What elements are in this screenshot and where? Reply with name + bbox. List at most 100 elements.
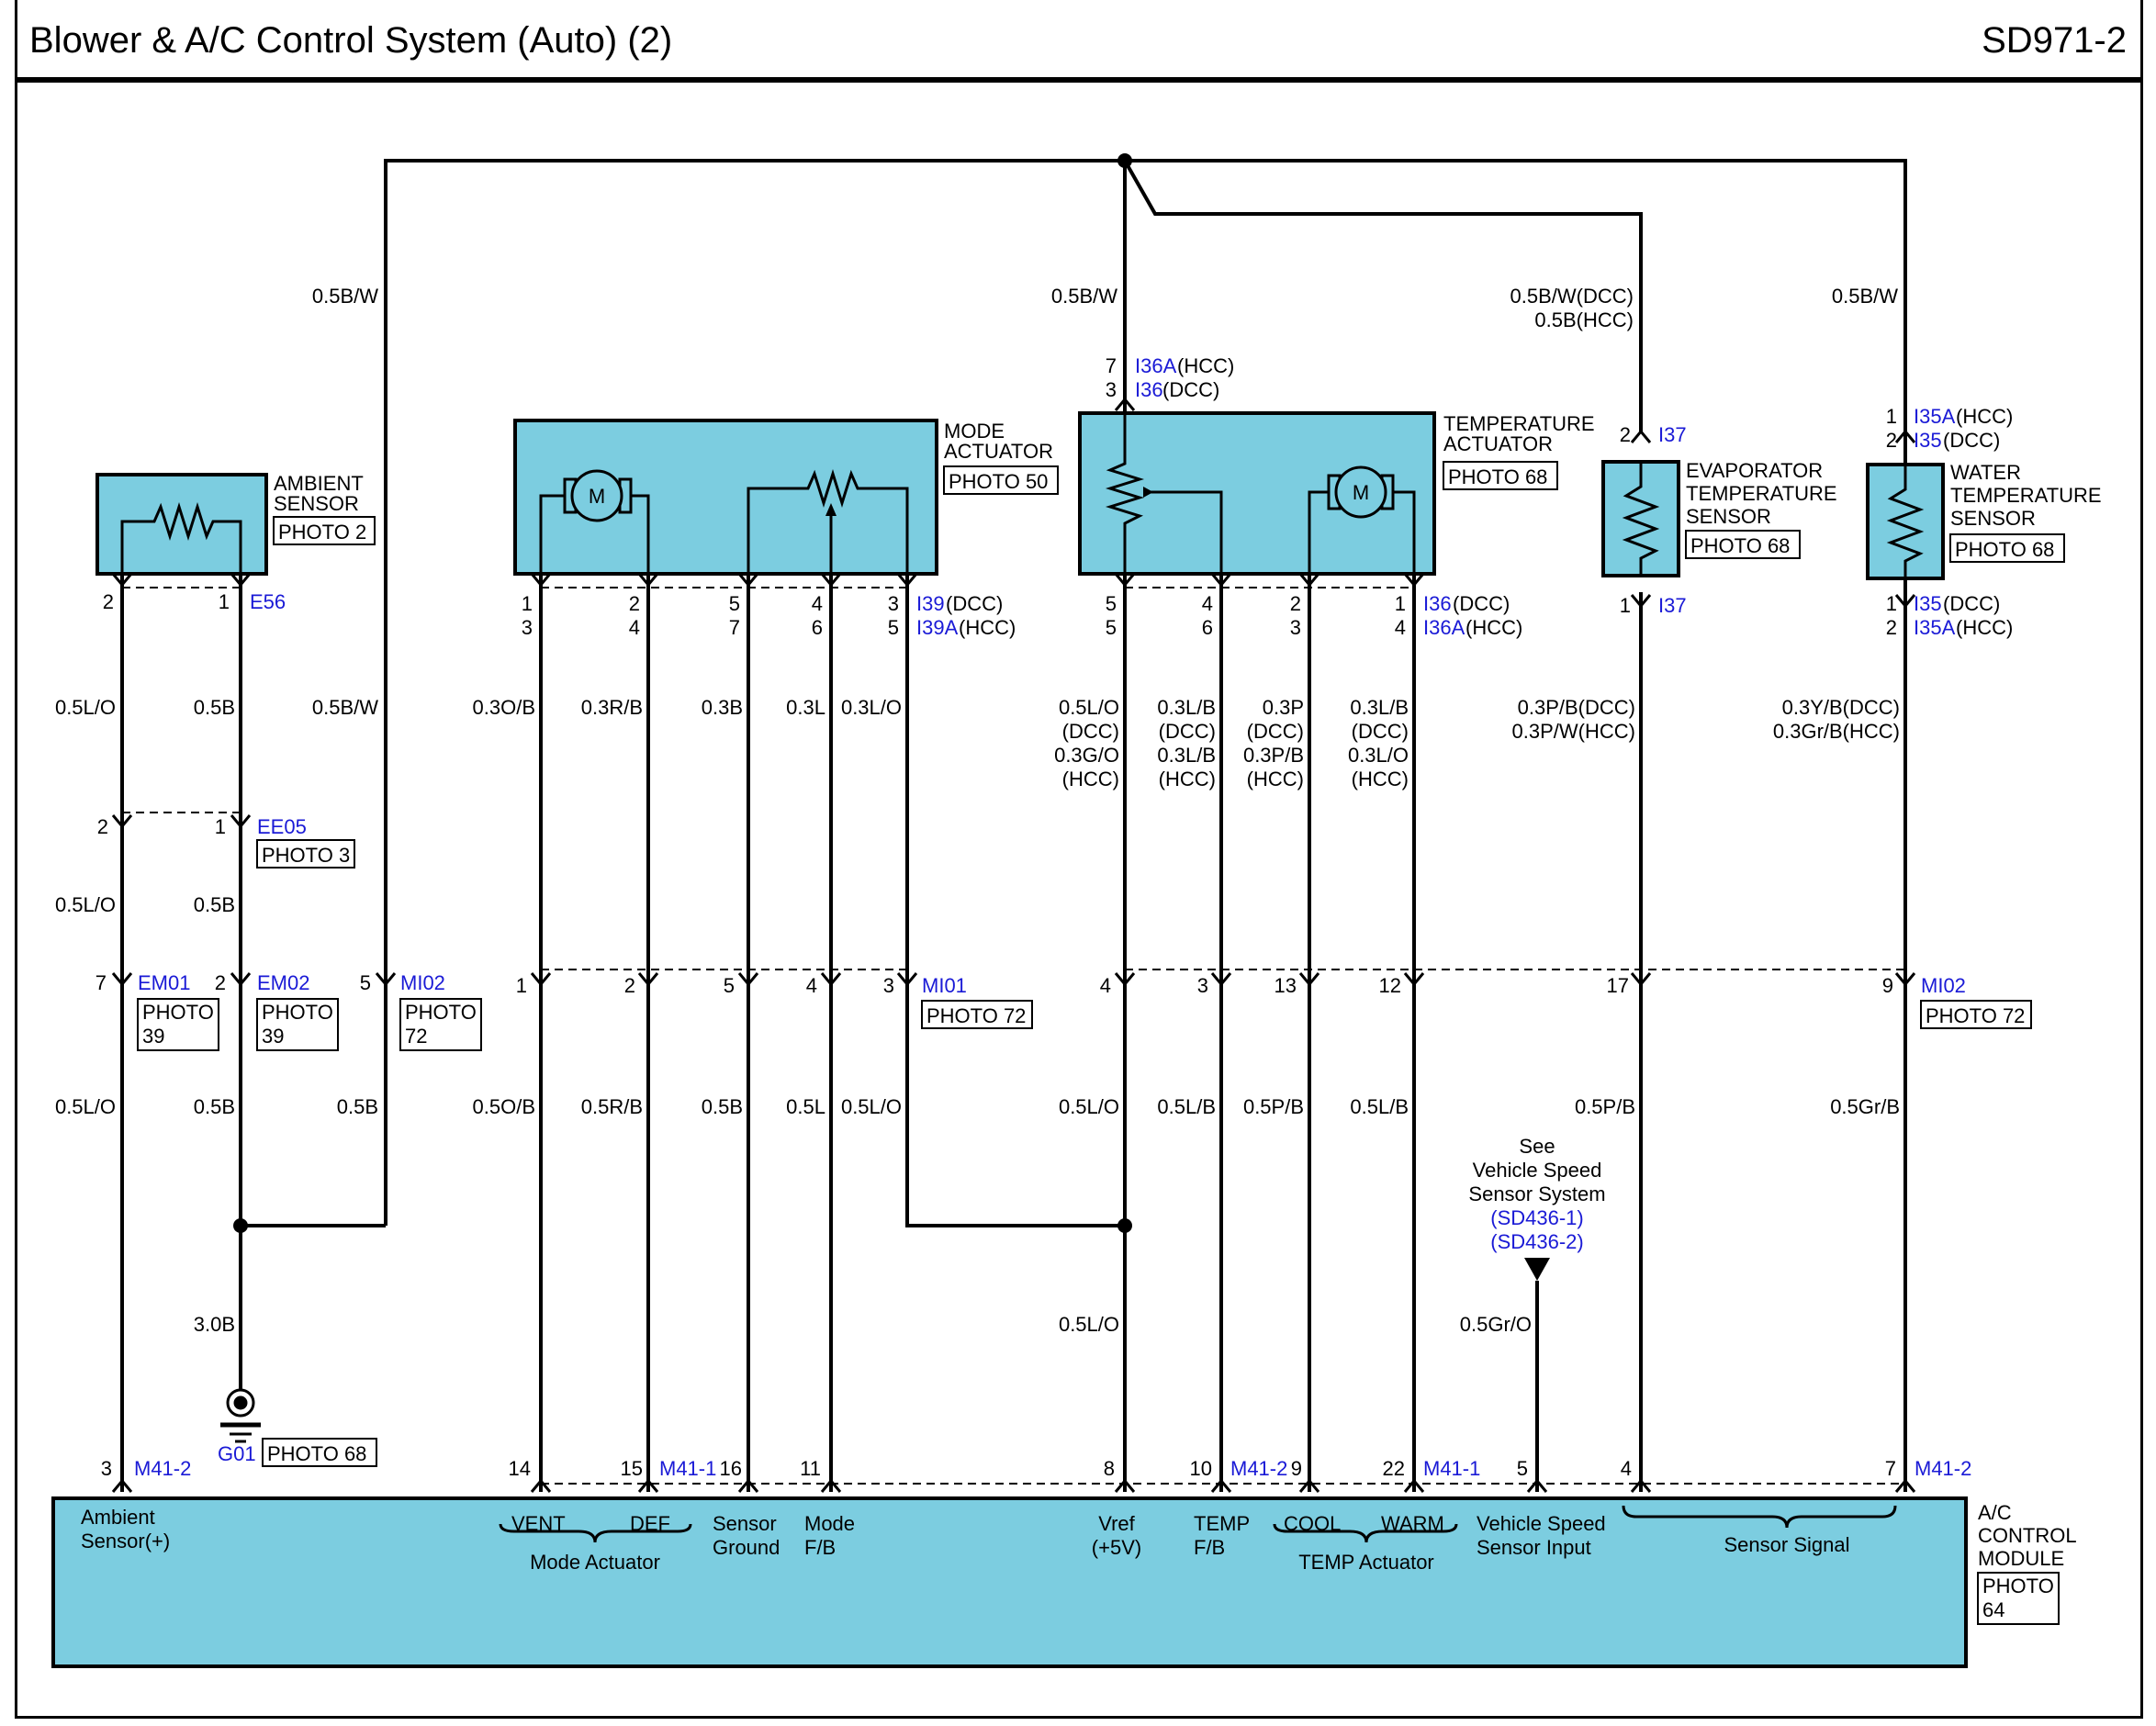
- svg-text:WATER: WATER: [1950, 461, 2021, 484]
- svg-text:Mode Actuator: Mode Actuator: [530, 1551, 660, 1574]
- svg-text:0.5P/B: 0.5P/B: [1575, 1095, 1635, 1118]
- svg-text:E56: E56: [250, 590, 286, 613]
- svg-text:5: 5: [888, 616, 899, 639]
- svg-text:CONTROL: CONTROL: [1978, 1524, 2077, 1547]
- svg-text:14: 14: [509, 1457, 531, 1480]
- svg-text:6: 6: [1202, 616, 1213, 639]
- svg-text:(HCC): (HCC): [1465, 616, 1522, 639]
- svg-text:15: 15: [621, 1457, 643, 1480]
- svg-text:M: M: [1353, 481, 1369, 504]
- splice-ambient: [233, 1218, 248, 1233]
- svg-text:7: 7: [95, 971, 107, 994]
- svg-text:(DCC): (DCC): [1352, 720, 1409, 743]
- svg-text:0.3L/B: 0.3L/B: [1157, 744, 1216, 767]
- svg-text:3: 3: [101, 1457, 112, 1480]
- wires: [120, 159, 1907, 1492]
- svg-text:I36A: I36A: [1423, 616, 1465, 639]
- svg-text:See: See: [1519, 1135, 1555, 1158]
- svg-text:0.3Y/B(DCC): 0.3Y/B(DCC): [1782, 696, 1900, 719]
- svg-text:0.5B: 0.5B: [194, 893, 235, 916]
- svg-text:1: 1: [1886, 405, 1897, 428]
- svg-text:M41-2: M41-2: [1230, 1457, 1287, 1480]
- svg-text:5: 5: [729, 592, 740, 615]
- splice-vref: [1117, 1218, 1132, 1233]
- svg-text:2: 2: [215, 971, 226, 994]
- svg-text:2: 2: [1290, 592, 1301, 615]
- svg-text:0.5B/W: 0.5B/W: [312, 696, 378, 719]
- svg-text:1: 1: [1886, 592, 1897, 615]
- svg-text:0.3Gr/B(HCC): 0.3Gr/B(HCC): [1773, 720, 1900, 743]
- svg-text:0.5L/B: 0.5L/B: [1350, 1095, 1409, 1118]
- svg-text:I35: I35: [1914, 429, 1942, 452]
- svg-text:0.5L: 0.5L: [786, 1095, 825, 1118]
- svg-text:(HCC): (HCC): [959, 616, 1016, 639]
- svg-text:0.3L/B: 0.3L/B: [1157, 696, 1216, 719]
- svg-text:MI02: MI02: [1921, 974, 1966, 997]
- svg-text:F/B: F/B: [1194, 1536, 1225, 1559]
- svg-text:Vehicle Speed: Vehicle Speed: [1477, 1512, 1606, 1535]
- svg-text:I35A: I35A: [1914, 405, 1956, 428]
- svg-text:3: 3: [1290, 616, 1301, 639]
- svg-text:EVAPORATOR: EVAPORATOR: [1686, 459, 1823, 482]
- svg-text:TEMPERATURE: TEMPERATURE: [1950, 484, 2102, 507]
- svg-text:1: 1: [522, 592, 533, 615]
- svg-text:0.5B: 0.5B: [194, 696, 235, 719]
- svg-text:4: 4: [629, 616, 640, 639]
- svg-text:Mode: Mode: [804, 1512, 855, 1535]
- svg-text:4: 4: [1202, 592, 1213, 615]
- svg-text:0.5B/W: 0.5B/W: [312, 285, 378, 308]
- svg-text:Vref: Vref: [1098, 1512, 1135, 1535]
- svg-text:7: 7: [1106, 354, 1117, 377]
- svg-text:16: 16: [720, 1457, 742, 1480]
- svg-text:7: 7: [729, 616, 740, 639]
- wiring-diagram: M M AMBIENT SENSOR MODE ACTUATOR TEMPERA…: [51, 153, 2102, 1668]
- svg-text:3: 3: [1106, 378, 1117, 401]
- svg-text:PHOTO 68: PHOTO 68: [1448, 465, 1547, 488]
- svg-text:(DCC): (DCC): [946, 592, 1003, 615]
- svg-text:EM02: EM02: [257, 971, 309, 994]
- svg-text:0.5Gr/O: 0.5Gr/O: [1460, 1313, 1532, 1336]
- svg-text:I39A: I39A: [916, 616, 959, 639]
- svg-text:0.3L: 0.3L: [786, 696, 825, 719]
- svg-text:5: 5: [1517, 1457, 1528, 1480]
- svg-text:M41-1: M41-1: [659, 1457, 716, 1480]
- svg-text:9: 9: [1882, 974, 1893, 997]
- svg-text:0.5Gr/B: 0.5Gr/B: [1830, 1095, 1900, 1118]
- svg-text:0.5P/B: 0.5P/B: [1243, 1095, 1304, 1118]
- svg-text:I36: I36: [1135, 378, 1163, 401]
- svg-text:(+5V): (+5V): [1092, 1536, 1141, 1559]
- svg-text:0.5L/O: 0.5L/O: [1059, 1313, 1119, 1336]
- svg-text:MODULE: MODULE: [1978, 1547, 2064, 1570]
- svg-text:I39: I39: [916, 592, 945, 615]
- svg-text:3: 3: [883, 974, 894, 997]
- svg-text:I36: I36: [1423, 592, 1452, 615]
- svg-text:9: 9: [1291, 1457, 1302, 1480]
- svg-text:PHOTO 50: PHOTO 50: [949, 470, 1048, 493]
- svg-text:I36A: I36A: [1135, 354, 1177, 377]
- svg-text:(DCC): (DCC): [1247, 720, 1304, 743]
- svg-text:PHOTO 3: PHOTO 3: [262, 844, 350, 867]
- svg-text:0.5L/O: 0.5L/O: [841, 1095, 902, 1118]
- svg-text:1: 1: [516, 974, 527, 997]
- svg-text:(HCC): (HCC): [1062, 768, 1119, 790]
- svg-text:1: 1: [219, 590, 230, 613]
- svg-text:0.5L/O: 0.5L/O: [55, 696, 116, 719]
- svg-text:0.3G/O: 0.3G/O: [1054, 744, 1119, 767]
- control-module-box: [51, 1496, 1968, 1668]
- wire-mode-5: [905, 574, 1125, 1227]
- svg-text:0.3B: 0.3B: [702, 696, 743, 719]
- svg-text:7: 7: [1885, 1457, 1896, 1480]
- svg-text:I37: I37: [1658, 594, 1687, 617]
- svg-text:(DCC): (DCC): [1162, 378, 1219, 401]
- svg-text:M41-1: M41-1: [1423, 1457, 1480, 1480]
- svg-text:0.5O/B: 0.5O/B: [473, 1095, 535, 1118]
- svg-text:0.5B/W: 0.5B/W: [1051, 285, 1117, 308]
- svg-text:Ambient: Ambient: [81, 1506, 155, 1529]
- svg-text:0.3L/B: 0.3L/B: [1350, 696, 1409, 719]
- svg-text:PHOTO 68: PHOTO 68: [1690, 534, 1790, 557]
- svg-text:4: 4: [1621, 1457, 1632, 1480]
- svg-text:5: 5: [360, 971, 371, 994]
- svg-text:8: 8: [1104, 1457, 1115, 1480]
- svg-text:72: 72: [405, 1025, 427, 1048]
- svg-text:PHOTO: PHOTO: [1982, 1575, 2054, 1597]
